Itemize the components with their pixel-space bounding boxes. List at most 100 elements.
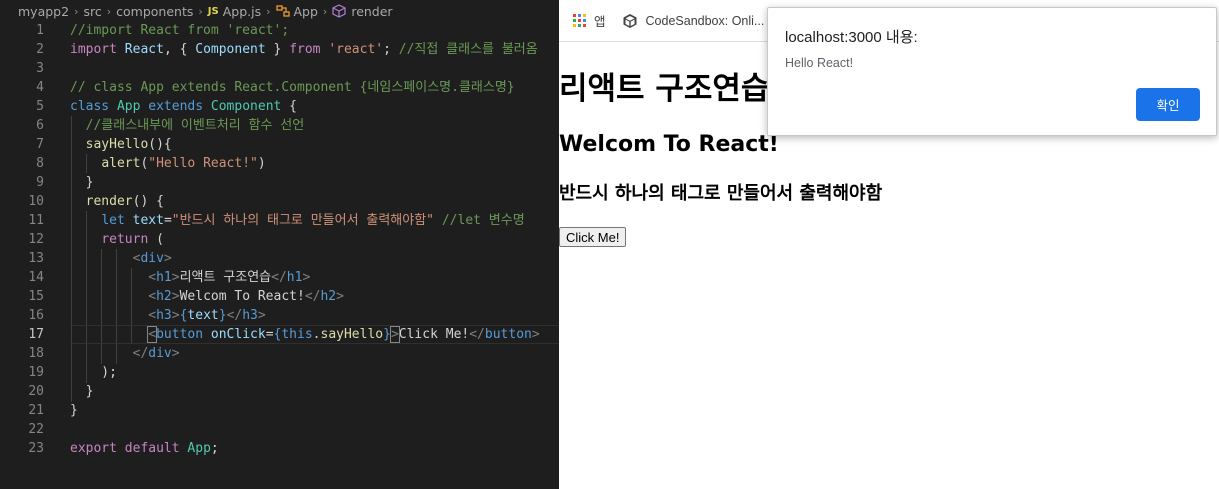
code-line[interactable]: 8 alert("Hello React!"): [0, 154, 559, 173]
code-line[interactable]: 5 class App extends Component {: [0, 97, 559, 116]
code-line[interactable]: 13 <div>: [0, 249, 559, 268]
code-editor[interactable]: myapp2 › src › components › JS App.js › …: [0, 0, 559, 489]
code-token: }: [265, 42, 290, 57]
code-line[interactable]: 11 let text="반드시 하나의 태그로 만들어서 출력해야함" //l…: [0, 211, 559, 230]
code-line[interactable]: 12 return (: [0, 230, 559, 249]
code-token: 'react': [328, 42, 384, 57]
line-number: 6: [36, 118, 44, 133]
code-token: <: [148, 270, 157, 285]
code-line-text: render() {: [70, 192, 164, 211]
code-token: //let 변수명: [441, 213, 525, 228]
code-token: div: [140, 251, 164, 266]
code-token: React: [124, 42, 164, 57]
code-token: =: [163, 213, 172, 228]
code-token: >: [163, 251, 172, 266]
code-line-text: sayHello(){: [70, 135, 172, 154]
breadcrumb-item-myapp2[interactable]: myapp2: [18, 4, 69, 19]
page-heading-h3: 반드시 하나의 태그로 만들어서 출력해야함: [559, 183, 883, 204]
code-line-text: }: [70, 401, 78, 420]
code-line[interactable]: 15 <h2>Welcom To React!</h2>: [0, 287, 559, 306]
code-token: this: [281, 327, 313, 342]
code-token: >: [171, 270, 180, 285]
code-token: //import React from 'react';: [70, 23, 290, 38]
code-token: );: [70, 365, 117, 380]
code-line-text: <h3>{text}</h3>: [70, 306, 265, 325]
breadcrumb-item-method[interactable]: render: [351, 4, 392, 19]
bookmark-apps[interactable]: 앱: [573, 11, 606, 30]
code-line-text: }: [70, 382, 94, 401]
code-line[interactable]: 21}: [0, 401, 559, 420]
line-number: 20: [28, 384, 44, 399]
code-token: text: [187, 308, 219, 323]
click-me-button[interactable]: Click Me!: [559, 227, 627, 247]
code-token: >: [302, 270, 311, 285]
line-number: 9: [36, 175, 44, 190]
code-line[interactable]: 14 <h1>리액트 구조연습</h1>: [0, 268, 559, 287]
code-token: default: [124, 441, 180, 456]
code-token: =: [265, 327, 274, 342]
code-line[interactable]: 17 <button onClick={this.sayHello}>Click…: [0, 325, 559, 344]
breadcrumb-item-src[interactable]: src: [83, 4, 101, 19]
code-line-text: // class App extends React.Component {네임…: [70, 78, 515, 97]
code-token: onClick: [210, 327, 266, 342]
breadcrumb-item-file[interactable]: App.js: [223, 4, 261, 19]
code-line[interactable]: 6 //클래스내부에 이벤트처리 함수 선언: [0, 116, 559, 135]
code-line[interactable]: 20 }: [0, 382, 559, 401]
line-number: 8: [36, 156, 44, 171]
code-line[interactable]: 23 export default App;: [0, 439, 559, 458]
code-line[interactable]: 19 );: [0, 363, 559, 382]
code-line[interactable]: 3: [0, 59, 559, 78]
code-token: "Hello React!": [148, 156, 258, 171]
code-token: (: [148, 232, 164, 247]
code-line[interactable]: 4 // class App extends React.Component {네…: [0, 78, 559, 97]
code-area[interactable]: 1 //import React from 'react'; 2 import Rea…: [0, 21, 559, 458]
line-number: 18: [28, 346, 44, 361]
code-token: Welcom To React!: [179, 289, 305, 304]
code-token: button: [484, 327, 532, 342]
alert-dialog: localhost:3000 내용: Hello React! 확인: [767, 7, 1217, 136]
code-token: }: [383, 327, 391, 342]
code-token: >: [171, 289, 180, 304]
code-line[interactable]: 22: [0, 420, 559, 439]
code-token: text: [132, 213, 164, 228]
dialog-ok-button[interactable]: 확인: [1136, 88, 1200, 121]
code-line-text: return (: [70, 230, 164, 249]
code-token: alert: [101, 156, 141, 171]
code-line-text: </div>: [70, 344, 180, 363]
code-line[interactable]: 9 }: [0, 173, 559, 192]
code-token: ;: [383, 42, 399, 57]
code-line[interactable]: 2 import React, { Component } from 'react…: [0, 40, 559, 59]
code-token: class: [70, 99, 110, 114]
bookmark-codesandbox[interactable]: CodeSandbox: Onli...: [622, 13, 764, 29]
code-token: div: [148, 346, 172, 361]
dialog-message: Hello React!: [785, 56, 854, 70]
code-line[interactable]: 10 render() {: [0, 192, 559, 211]
breadcrumb: myapp2 › src › components › JS App.js › …: [0, 0, 559, 22]
code-token: Component: [195, 42, 266, 57]
dialog-title: localhost:3000 내용:: [785, 29, 918, 46]
code-line-text: <button onClick={this.sayHello}>Click Me…: [70, 325, 540, 344]
breadcrumb-item-components[interactable]: components: [116, 4, 193, 19]
code-line[interactable]: 18 </div>: [0, 344, 559, 363]
chevron-right-icon: ›: [198, 4, 203, 18]
code-token: >: [171, 308, 180, 323]
code-token: ): [257, 156, 266, 171]
code-token: h2: [320, 289, 337, 304]
code-line[interactable]: 16 <h3>{text}</h3>: [0, 306, 559, 325]
code-line[interactable]: 7 sayHello(){: [0, 135, 559, 154]
breadcrumb-item-class[interactable]: App: [294, 4, 318, 19]
line-number: 2: [36, 42, 44, 57]
line-number: 17: [28, 327, 44, 342]
code-token: "반드시 하나의 태그로 만들어서 출력해야함": [171, 213, 435, 228]
code-line[interactable]: 1 //import React from 'react';: [0, 21, 559, 40]
